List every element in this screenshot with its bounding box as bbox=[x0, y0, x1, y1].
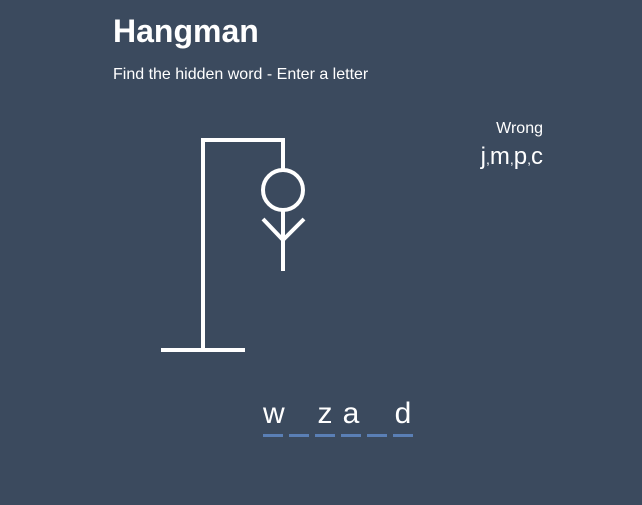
letter-slot: z bbox=[315, 395, 335, 437]
wrong-letters-panel: Wrong j,m,p,c bbox=[481, 119, 543, 173]
head bbox=[261, 168, 305, 212]
word-display: w z a d bbox=[260, 395, 416, 437]
wrong-label: Wrong bbox=[496, 120, 543, 137]
left-arm bbox=[261, 217, 285, 242]
wrong-letter: p bbox=[513, 143, 528, 170]
wrong-letter: m bbox=[489, 143, 510, 170]
letter-slot: d bbox=[393, 395, 413, 437]
wrong-letters-list: j,m,p,c bbox=[480, 143, 543, 170]
letter-slot: a bbox=[341, 395, 361, 437]
wrong-letter: c bbox=[531, 143, 543, 170]
letter-slot: w bbox=[263, 395, 285, 437]
letter-slot bbox=[367, 395, 387, 437]
letter-slot bbox=[289, 395, 309, 437]
right-arm bbox=[281, 217, 306, 242]
